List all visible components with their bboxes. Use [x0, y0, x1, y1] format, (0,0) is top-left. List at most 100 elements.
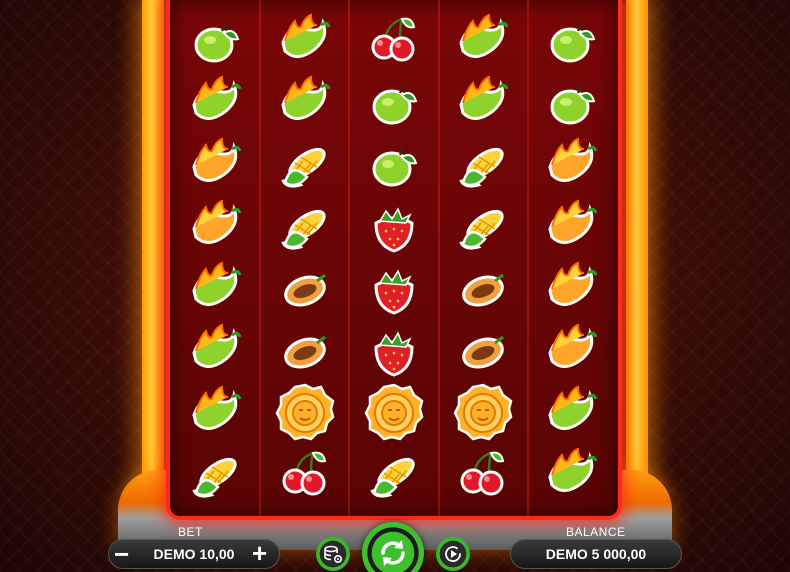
reel-3 — [350, 0, 440, 516]
coins-settings-icon — [324, 545, 343, 564]
reel-symbol — [261, 10, 348, 72]
aztec-coin-icon — [453, 383, 513, 441]
bet-value: DEMO 10,00 — [153, 546, 235, 562]
cherry-icon — [371, 17, 416, 62]
corn-icon — [281, 147, 326, 188]
reel-symbol — [440, 134, 527, 196]
reel-symbol — [261, 258, 348, 320]
left-cabinet-rail — [142, 0, 164, 500]
lime-icon — [550, 84, 596, 125]
reel-symbol — [529, 196, 616, 258]
reel-symbol — [172, 444, 259, 506]
reel-symbol — [529, 72, 616, 134]
balance-label: BALANCE — [566, 525, 626, 539]
reel-symbol — [440, 444, 527, 506]
balance-value: DEMO 5 000,00 — [545, 546, 647, 562]
green-pepper-icon — [459, 75, 509, 120]
reel-symbol — [529, 444, 616, 506]
reel-symbol — [440, 10, 527, 72]
reel-symbol — [350, 320, 437, 382]
reel-symbol — [529, 258, 616, 320]
reel-symbol — [440, 196, 527, 258]
corn-icon — [281, 209, 326, 250]
reel-symbol — [350, 382, 437, 444]
reel-symbol — [529, 320, 616, 382]
reel-2 — [261, 0, 351, 516]
green-pepper-icon — [192, 261, 242, 306]
reel-symbol — [172, 196, 259, 258]
reel-symbol — [261, 134, 348, 196]
reel-symbol — [440, 72, 527, 134]
reel-symbol — [350, 258, 437, 320]
corn-icon — [191, 457, 237, 498]
fast-play-icon — [445, 546, 461, 562]
cherry-icon — [282, 451, 326, 496]
green-pepper-icon — [281, 75, 331, 120]
right-cabinet-rail — [626, 0, 648, 500]
green-pepper-icon — [192, 385, 242, 430]
turbo-button[interactable] — [436, 537, 470, 571]
corn-icon — [370, 457, 415, 498]
green-pepper-icon — [192, 323, 242, 368]
refresh-arrows-icon — [381, 540, 405, 566]
reel-symbol — [350, 134, 437, 196]
orange-pepper-icon — [192, 199, 242, 244]
orange-pepper-icon — [548, 261, 598, 306]
reel-5 — [529, 0, 616, 516]
reel-symbol — [440, 258, 527, 320]
reel-symbol — [172, 382, 259, 444]
balance-field: DEMO 5 000,00 — [510, 539, 682, 569]
lime-icon — [550, 22, 596, 63]
plus-icon[interactable]: + — [252, 540, 267, 566]
corn-icon — [459, 147, 504, 188]
green-pepper-icon — [548, 385, 598, 430]
reel-symbol — [172, 72, 259, 134]
strawberry-icon — [374, 331, 414, 377]
reel-symbol — [440, 382, 527, 444]
reel-symbol — [350, 10, 437, 72]
reel-symbol — [529, 134, 616, 196]
reel-symbol — [172, 258, 259, 320]
reel-symbol — [350, 196, 437, 258]
green-pepper-icon — [281, 13, 331, 58]
reel-1 — [172, 0, 262, 516]
orange-pepper-icon — [548, 137, 598, 182]
strawberry-icon — [374, 269, 414, 315]
reel-symbol — [529, 10, 616, 72]
minus-icon[interactable]: − — [114, 541, 129, 567]
cacao-icon — [462, 273, 505, 307]
reel-symbol — [261, 444, 348, 506]
reel-symbol — [440, 320, 527, 382]
reel-symbol — [350, 72, 437, 134]
autoplay-button[interactable] — [316, 537, 350, 571]
cacao-icon — [283, 335, 326, 369]
lime-icon — [372, 84, 418, 125]
aztec-coin-icon — [275, 383, 335, 441]
green-pepper-icon — [548, 447, 598, 492]
reel-symbol — [261, 320, 348, 382]
reel-symbol — [261, 382, 348, 444]
aztec-coin-icon — [364, 383, 424, 441]
reel-4 — [440, 0, 529, 516]
lime-icon — [372, 146, 418, 187]
green-pepper-icon — [459, 13, 509, 58]
reel-symbol — [261, 196, 348, 258]
orange-pepper-icon — [192, 137, 242, 182]
reel-symbol — [172, 320, 259, 382]
reel-symbol — [350, 444, 437, 506]
bet-label: BET — [178, 525, 203, 539]
cacao-icon — [462, 335, 505, 369]
lime-icon — [194, 22, 239, 63]
cherry-icon — [460, 451, 505, 496]
reel-symbol — [529, 382, 616, 444]
orange-pepper-icon — [548, 323, 598, 368]
reel-symbol — [172, 134, 259, 196]
reels-grid — [166, 0, 622, 520]
reel-symbol — [261, 72, 348, 134]
corn-icon — [459, 209, 504, 250]
cacao-icon — [283, 273, 326, 307]
green-pepper-icon — [192, 75, 242, 120]
reel-symbol — [172, 10, 259, 72]
strawberry-icon — [374, 207, 414, 253]
orange-pepper-icon — [548, 199, 598, 244]
